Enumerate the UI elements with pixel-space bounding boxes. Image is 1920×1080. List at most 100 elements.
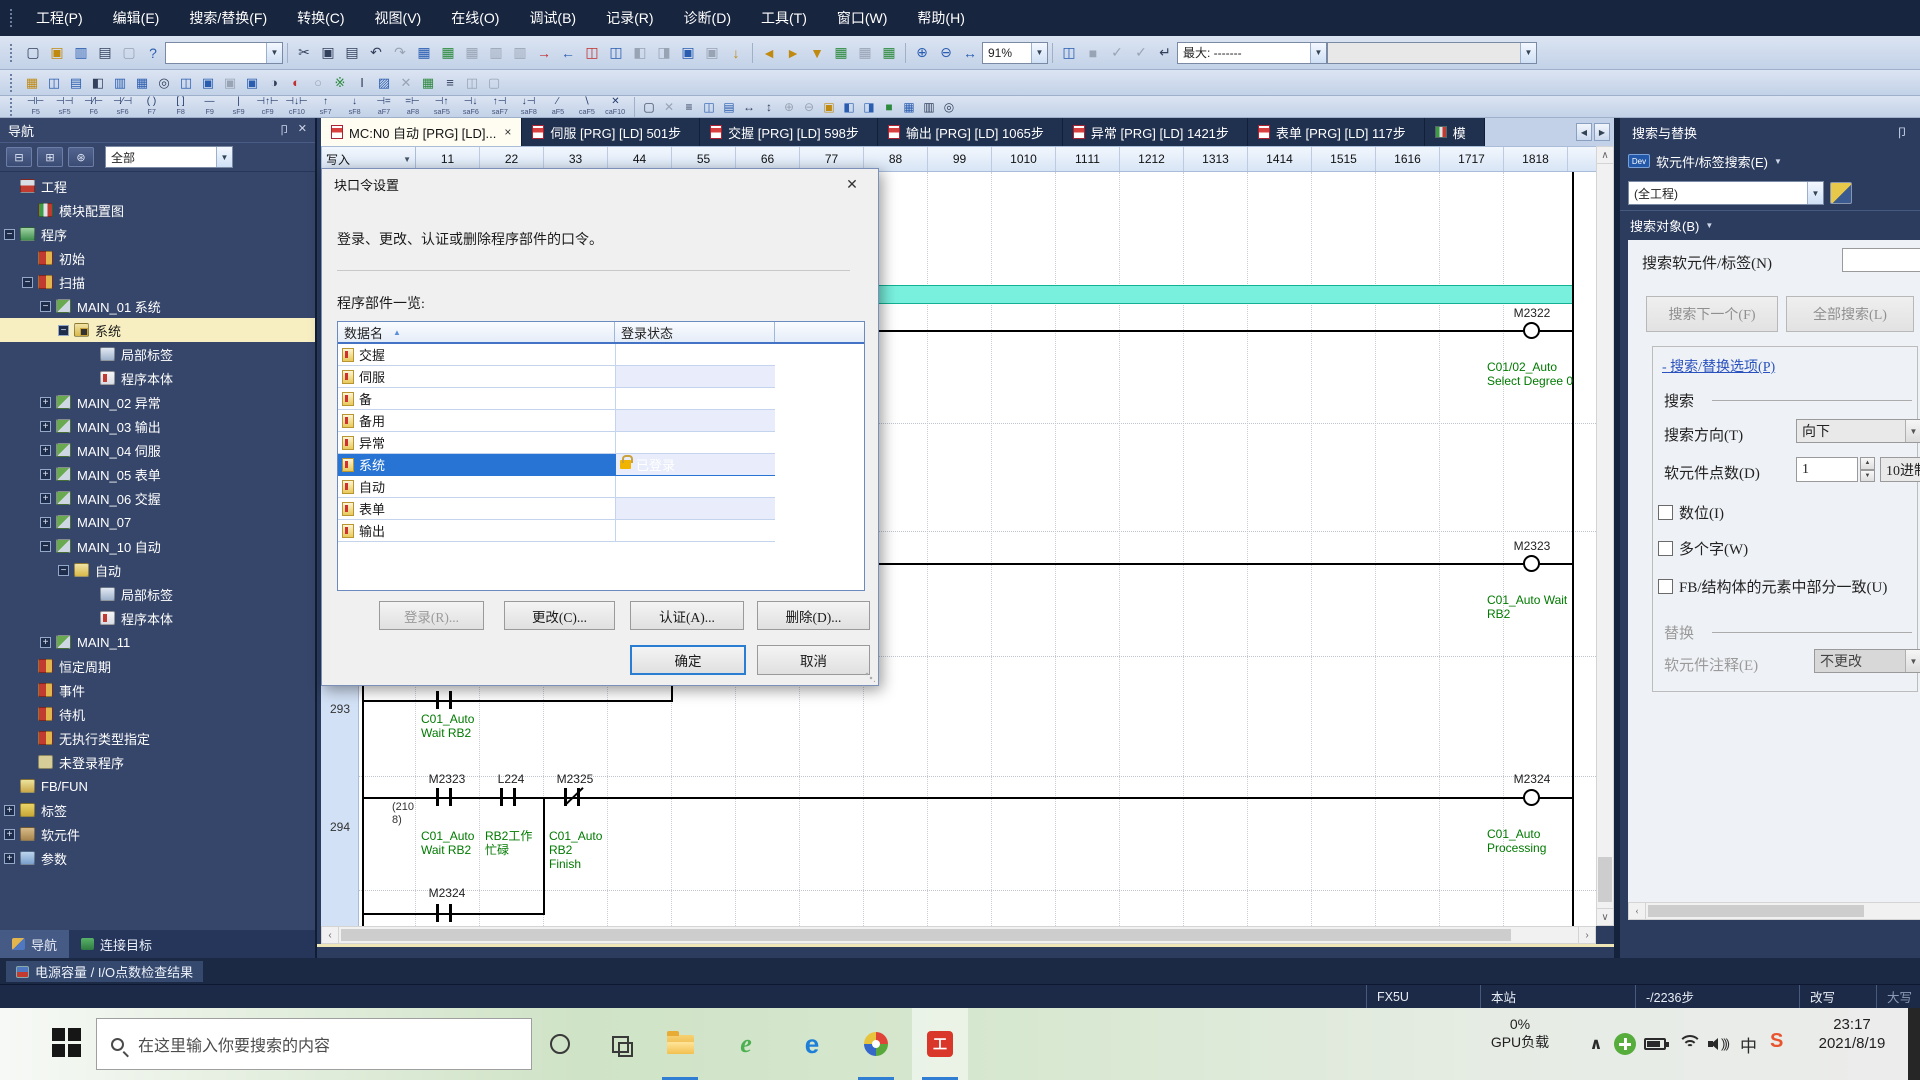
tab-module-config[interactable]: 模 — [1425, 118, 1485, 146]
combo-arrow-icon[interactable]: ▼ — [1520, 43, 1536, 63]
save-project-icon[interactable]: ▥ — [69, 41, 93, 65]
watch2-icon[interactable]: ◨ — [652, 41, 676, 65]
tree-expander[interactable]: − — [22, 277, 33, 288]
delete-row-icon[interactable]: ✕ — [659, 97, 679, 117]
verify-plc-icon[interactable]: ◫ — [580, 41, 604, 65]
spin-down-icon[interactable]: ▼ — [1860, 470, 1875, 483]
contact-m2324-branch[interactable] — [436, 904, 452, 922]
rising-pulse-icon[interactable]: ⊣↑⊢ cF9 — [253, 97, 282, 116]
parallel-contact-icon[interactable]: ⊣⊣ sF5 — [50, 97, 79, 116]
cut-icon[interactable]: ✂ — [292, 41, 316, 65]
tree-item[interactable]: FB/FUN — [0, 774, 315, 798]
table-block-icon[interactable]: ▥ — [919, 97, 939, 117]
file-explorer-button[interactable] — [652, 1008, 708, 1080]
power-capacity-check-tab[interactable]: 电源容量 / I/O点数检查结果 — [6, 961, 203, 982]
combo-arrow-icon[interactable]: ▼ — [1310, 43, 1326, 63]
ladder-block3-icon[interactable]: ▦ — [877, 41, 901, 65]
pulse-open2-icon[interactable]: ↑⊣ saF7 — [485, 97, 514, 116]
tree-expander[interactable]: − — [58, 565, 69, 576]
search-options-link[interactable]: - 搜索/替换选项(P) — [1662, 356, 1775, 376]
table-row[interactable]: 表单 — [338, 498, 864, 520]
contact-m2323[interactable] — [436, 788, 452, 806]
invert-icon[interactable]: ∕ aF5 — [543, 97, 572, 116]
paint-app-button[interactable] — [848, 1008, 904, 1080]
internet-explorer-button[interactable]: e — [718, 1008, 774, 1080]
tree-item[interactable]: + MAIN_04 伺服 — [0, 438, 315, 462]
delete-icon[interactable]: ✕ — [395, 72, 417, 94]
menu-recording[interactable]: 记录(R) — [591, 0, 668, 36]
pulse-open-icon[interactable]: ⊣↑ saF5 — [427, 97, 456, 116]
notification-center-strip[interactable] — [1908, 1008, 1920, 1080]
stop-icon[interactable]: ■ — [1081, 41, 1105, 65]
rising-parallel-icon[interactable]: ⊣= aF7 — [369, 97, 398, 116]
contact-m2325-nc[interactable] — [564, 788, 580, 806]
toolbar-grip[interactable] — [10, 44, 15, 62]
find-device-combo[interactable]: ▼ — [1842, 248, 1920, 272]
table-row[interactable]: 系统 已登录 — [338, 454, 864, 476]
options-icon[interactable]: ≡ — [439, 72, 461, 94]
checkbox-icon[interactable] — [1658, 541, 1673, 556]
device-batch2-icon[interactable]: ▣ — [219, 72, 241, 94]
pin-icon[interactable]: 卩 — [1896, 124, 1908, 141]
tree-item[interactable]: − MAIN_10 自动 — [0, 534, 315, 558]
application-instr-icon[interactable]: [ ] F8 — [166, 97, 195, 116]
globe-icon[interactable]: ○ — [307, 72, 329, 94]
contact-branch-293[interactable] — [436, 691, 452, 709]
combo-arrow-icon[interactable]: ▼ — [1031, 43, 1047, 63]
tab-navigation[interactable]: 导航 — [0, 930, 69, 958]
device-batch-icon[interactable]: ▣ — [197, 72, 219, 94]
pin-icon[interactable]: 卩 — [279, 122, 290, 138]
monitor-plc-icon[interactable]: ◫ — [604, 41, 628, 65]
collapse-all-icon[interactable]: ⊟ — [6, 147, 32, 167]
antivirus-tray-icon[interactable] — [1614, 1033, 1636, 1055]
points-input[interactable]: 1 — [1796, 457, 1858, 482]
tree-expander[interactable]: + — [40, 397, 51, 408]
falling-parallel-icon[interactable]: =⊢ aF8 — [398, 97, 427, 116]
device-find-icon[interactable]: ▣ — [676, 41, 700, 65]
max-steps-combo[interactable]: 最大: -------▼ — [1177, 42, 1327, 64]
tree-filter-combo[interactable]: 全部▼ — [105, 146, 233, 168]
print-preview-icon[interactable]: ▢ — [117, 41, 141, 65]
left-block-icon[interactable]: ◧ — [839, 97, 859, 117]
contact-l224[interactable] — [500, 788, 516, 806]
open-contact-icon[interactable]: ⊣⊢ F5 — [21, 97, 50, 116]
menu-online[interactable]: 在线(O) — [436, 0, 514, 36]
device-comment-icon[interactable]: ▦ — [412, 41, 436, 65]
redo-icon[interactable]: ↷ — [388, 41, 412, 65]
module-icon[interactable]: ◧ — [87, 72, 109, 94]
device-test-icon[interactable]: ▦ — [460, 41, 484, 65]
tree-expander[interactable]: + — [40, 421, 51, 432]
cortana-button[interactable] — [532, 1008, 588, 1080]
tree-item[interactable]: − 系统 — [0, 318, 315, 342]
authenticate-button[interactable]: 认证(A)... — [630, 601, 744, 630]
dialog-title-bar[interactable]: 块口令设置 ✕ — [322, 169, 878, 199]
tree-item[interactable]: 事件 — [0, 678, 315, 702]
device-find2-icon[interactable]: ▣ — [700, 41, 724, 65]
expand-all-icon[interactable]: ⊞ — [37, 147, 63, 167]
docking-window-icon[interactable]: ◫ — [1057, 41, 1081, 65]
table-row[interactable]: 输出 — [338, 520, 864, 542]
tree-item[interactable]: + MAIN_02 异常 — [0, 390, 315, 414]
tree-expander[interactable]: + — [40, 493, 51, 504]
window-grey-icon[interactable]: ◫ — [461, 72, 483, 94]
device-comment2-icon[interactable]: ▤ — [719, 97, 739, 117]
tree-item[interactable]: + MAIN_05 表单 — [0, 462, 315, 486]
search-mode-selector[interactable]: Dev 软元件/标签搜索(E) ▼ — [1620, 146, 1920, 176]
target-icon[interactable]: ◎ — [939, 97, 959, 117]
search-target-selector[interactable]: 搜索对象(B) ▼ — [1620, 210, 1920, 240]
dock-grey-icon[interactable]: ▢ — [483, 72, 505, 94]
statement-icon[interactable]: ≡ — [679, 97, 699, 117]
menu-help[interactable]: 帮助(H) — [902, 0, 979, 36]
device-batch3-icon[interactable]: ▣ — [241, 72, 263, 94]
menu-debug[interactable]: 调试(B) — [514, 0, 591, 36]
tree-item[interactable]: 无执行类型指定 — [0, 726, 315, 750]
paste-icon[interactable]: ▤ — [340, 41, 364, 65]
bookmark-icon[interactable]: ▣ — [819, 97, 839, 117]
tree-expander[interactable]: + — [40, 469, 51, 480]
tree-item[interactable]: + MAIN_11 — [0, 630, 315, 654]
cancel-button[interactable]: 取消 — [757, 645, 870, 675]
column-header-status[interactable]: 登录状态 — [615, 322, 775, 342]
toolbar-grip[interactable] — [10, 74, 15, 92]
fb-partial-match-checkbox[interactable]: FB/结构体的元素中部分一致(U) — [1658, 576, 1887, 597]
panel-scroll-thumb[interactable] — [1648, 905, 1864, 917]
